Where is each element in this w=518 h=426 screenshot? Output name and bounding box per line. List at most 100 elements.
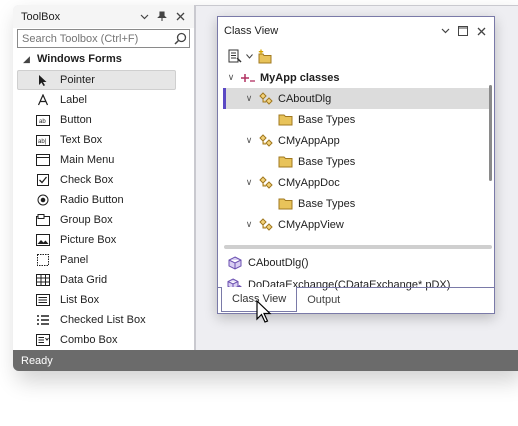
- close-icon[interactable]: [171, 8, 189, 26]
- mainmenu-icon: [36, 153, 50, 167]
- tool-label: Panel: [60, 254, 89, 266]
- project-classes-icon: [240, 70, 256, 86]
- tool-label: Picture Box: [60, 234, 117, 246]
- tree-item-class[interactable]: ∨ CMyAppView: [223, 214, 491, 235]
- mouse-cursor-icon: [256, 300, 272, 323]
- tree-root[interactable]: ∨ MyApp classes: [223, 67, 491, 88]
- class-view-toolbar: [218, 45, 494, 67]
- group-windows-forms[interactable]: ◢ Windows Forms: [13, 48, 194, 70]
- tree-item-label: CMyAppView: [278, 218, 344, 231]
- tool-label: Check Box: [60, 174, 114, 186]
- tool-item-main-menu[interactable]: Main Menu: [17, 150, 176, 170]
- status-bar: Ready: [13, 350, 518, 371]
- chevron-down-icon[interactable]: ∨: [243, 135, 255, 146]
- combobox-icon: [36, 333, 50, 347]
- tree-item-class[interactable]: ∨ CMyAppDoc: [223, 172, 491, 193]
- tree-item-label: CMyAppDoc: [278, 176, 340, 189]
- class-icon: [258, 91, 274, 107]
- pin-icon[interactable]: [153, 8, 171, 26]
- tree-item-class[interactable]: ∨ CMyAppApp: [223, 130, 491, 151]
- tool-item-check-box[interactable]: Check Box: [17, 170, 176, 190]
- group-label: Windows Forms: [37, 53, 122, 65]
- tool-item-combo-box[interactable]: Combo Box: [17, 330, 176, 350]
- search-icon[interactable]: [171, 30, 189, 47]
- tool-label: Checked List Box: [60, 314, 146, 326]
- tool-item-text-box[interactable]: ab| Text Box: [17, 130, 176, 150]
- tool-label: Combo Box: [60, 334, 118, 346]
- chevron-down-icon[interactable]: ∨: [225, 72, 237, 83]
- tab-output[interactable]: Output: [297, 288, 350, 312]
- tree-item-folder[interactable]: Base Types: [223, 151, 491, 172]
- toolbox-title: ToolBox: [21, 10, 61, 23]
- folder-icon: [278, 154, 294, 170]
- chevron-down-icon[interactable]: ◢: [23, 54, 37, 65]
- tree-scrollbar-horizontal[interactable]: [224, 245, 492, 249]
- chevron-down-icon[interactable]: [135, 8, 153, 26]
- tree-item-label: Base Types: [298, 155, 356, 168]
- tree-item-class[interactable]: ∨ CAboutDlg: [223, 88, 491, 109]
- class-view-title: Class View: [224, 25, 279, 37]
- button-icon: ab: [36, 113, 50, 127]
- class-view-header[interactable]: Class View: [218, 17, 494, 45]
- splitter[interactable]: [195, 5, 196, 350]
- folder-icon: [278, 112, 294, 128]
- tool-label: Label: [60, 94, 87, 106]
- tool-label: Radio Button: [60, 194, 124, 206]
- datagrid-icon: [36, 273, 50, 287]
- toolbox-search[interactable]: [17, 29, 190, 48]
- chevron-down-icon[interactable]: ∨: [243, 219, 255, 230]
- tool-item-pointer[interactable]: Pointer: [17, 70, 176, 90]
- tab-label: Output: [307, 294, 341, 306]
- tool-label: Text Box: [60, 134, 103, 146]
- member-item[interactable]: CAboutDlg(): [223, 252, 491, 274]
- method-icon: [227, 255, 243, 271]
- search-input[interactable]: [22, 32, 171, 45]
- toolbox-panel: ToolBox ◢ Windows Forms Pointer: [13, 5, 195, 350]
- close-icon[interactable]: [472, 22, 490, 40]
- tool-item-button[interactable]: ab Button: [17, 110, 176, 130]
- tool-label: List Box: [60, 294, 100, 306]
- svg-text:ab|: ab|: [38, 139, 47, 145]
- tool-item-panel[interactable]: Panel: [17, 250, 176, 270]
- new-folder-icon[interactable]: [257, 47, 273, 65]
- checkbox-icon: [36, 173, 50, 187]
- tool-item-list-box[interactable]: List Box: [17, 290, 176, 310]
- chevron-down-icon[interactable]: ∨: [243, 177, 255, 188]
- view-settings-icon[interactable]: [228, 47, 242, 65]
- tool-item-label[interactable]: Label: [17, 90, 176, 110]
- chevron-down-icon[interactable]: [246, 47, 253, 65]
- selection-indicator: [223, 88, 226, 109]
- tree-item-folder[interactable]: Base Types: [223, 109, 491, 130]
- tool-label: Button: [60, 114, 92, 126]
- tool-item-picture-box[interactable]: Picture Box: [17, 230, 176, 250]
- tree-item-folder[interactable]: Base Types: [223, 193, 491, 214]
- tree-item-label: CMyAppApp: [278, 134, 340, 147]
- chevron-down-icon[interactable]: [436, 22, 454, 40]
- class-view-window: Class View ∨ MyApp classes ∨ CAboutDlg B…: [217, 16, 495, 314]
- groupbox-icon: [36, 213, 50, 227]
- tool-item-data-grid[interactable]: Data Grid: [17, 270, 176, 290]
- class-tree: ∨ MyApp classes ∨ CAboutDlg Base Types ∨: [223, 67, 491, 247]
- tree-item-label: CAboutDlg: [278, 92, 332, 105]
- textbox-icon: ab|: [36, 133, 50, 147]
- tool-item-radio-button[interactable]: Radio Button: [17, 190, 176, 210]
- tool-label: Group Box: [60, 214, 113, 226]
- class-icon: [258, 217, 274, 233]
- label-icon: [36, 93, 50, 107]
- picturebox-icon: [36, 233, 50, 247]
- maximize-icon[interactable]: [454, 22, 472, 40]
- listbox-icon: [36, 293, 50, 307]
- tool-item-group-box[interactable]: Group Box: [17, 210, 176, 230]
- tree-scrollbar-vertical[interactable]: [489, 85, 492, 181]
- tool-label: Data Grid: [60, 274, 108, 286]
- tool-label: Pointer: [60, 74, 95, 86]
- class-icon: [258, 175, 274, 191]
- status-text: Ready: [21, 354, 53, 367]
- class-icon: [258, 133, 274, 149]
- toolbox-header: ToolBox: [13, 5, 194, 28]
- tree-item-label: Base Types: [298, 113, 356, 126]
- svg-text:ab: ab: [39, 119, 46, 125]
- chevron-down-icon[interactable]: ∨: [243, 93, 255, 104]
- tool-list: Pointer Label ab Button ab| Text Box Mai…: [13, 70, 194, 350]
- tool-item-checked-list-box[interactable]: Checked List Box: [17, 310, 176, 330]
